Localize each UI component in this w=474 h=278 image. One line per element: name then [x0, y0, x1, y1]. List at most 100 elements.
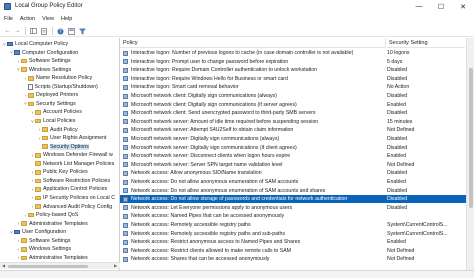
tree-node[interactable]: › Software Settings [16, 57, 71, 65]
policy-row[interactable]: Network access: Restrict anonymous acces… [120, 238, 466, 246]
computer-icon [14, 229, 20, 235]
policy-row[interactable]: Network access: Do not allow storage of … [120, 195, 466, 204]
tree-node-label: Policy-based QoS [36, 212, 79, 219]
folder-icon [21, 67, 27, 73]
tree-node[interactable]: › Policy-based QoS [23, 211, 79, 219]
tree-node[interactable]: › Application Control Policies [30, 185, 107, 193]
policy-row[interactable]: Network access: Do not allow anonymous e… [120, 187, 466, 195]
tree-node[interactable]: ˅ Local Policies [30, 117, 75, 125]
menu-file[interactable]: File [4, 16, 13, 22]
policy-row[interactable]: Microsoft network client: Send unencrypt… [120, 109, 466, 117]
security-setting-value: Disabled [387, 136, 408, 143]
column-header-security-setting[interactable]: Security Setting [387, 38, 465, 48]
column-header-policy[interactable]: Policy [120, 38, 386, 48]
policy-setting-icon [123, 102, 128, 108]
policy-row[interactable]: Interactive logon: Smart card removal be… [120, 83, 466, 91]
tree-node[interactable]: ˅ Local Computer Policy [2, 40, 68, 48]
tree-node[interactable]: › Audit Policy [37, 126, 78, 134]
policy-row[interactable]: Microsoft network server: Attempt S4U2Se… [120, 126, 466, 134]
toolbar: ← → ? [0, 25, 474, 37]
policy-row[interactable]: Network access: Do not allow anonymous e… [120, 178, 466, 186]
scroll-left-icon[interactable]: ◀ [2, 263, 5, 268]
policy-row[interactable]: Interactive logon: Number of previous lo… [120, 49, 466, 57]
navigation-tree: ˅ Local Computer Policy ˅ Computer Configur… [0, 38, 120, 270]
tree-node[interactable]: ˅ Security Settings [23, 100, 76, 108]
policy-row[interactable]: Microsoft network server: Disconnect cli… [120, 152, 466, 160]
policy-row[interactable]: Network access: Allow anonymous SID/Name… [120, 169, 466, 177]
tree-node-label: Administrative Templates [29, 254, 88, 261]
computer-icon [14, 50, 20, 55]
status-bar [0, 270, 474, 278]
policy-row[interactable]: Interactive logon: Prompt user to change… [120, 58, 466, 66]
tree-node[interactable]: › Software Restriction Policies [30, 177, 110, 185]
tree-node[interactable]: › Deployed Printers [23, 91, 78, 99]
policy-setting-icon [123, 76, 128, 82]
tree-node[interactable]: Scripts (Startup/Shutdown) [23, 83, 98, 91]
back-icon[interactable]: ← [3, 27, 12, 35]
help-icon[interactable]: ? [56, 27, 65, 35]
tree-node[interactable]: › User Rights Assignment [37, 134, 107, 142]
policy-row[interactable]: Interactive logon: Require Windows Hello… [120, 75, 466, 83]
tree-node-label: Software Restriction Policies [43, 177, 111, 184]
show-hide-tree-icon[interactable] [29, 27, 38, 35]
policy-setting-icon [123, 248, 128, 254]
tree-node[interactable]: ˅ Computer Configuration [9, 49, 78, 57]
filter-icon[interactable] [78, 27, 87, 35]
tree-node[interactable]: ˅ User Configuration [9, 228, 66, 236]
policy-row[interactable]: Network access: Restrict clients allowed… [120, 247, 466, 255]
tree-node[interactable]: › Windows Defender Firewall w [30, 151, 113, 159]
folder-icon [42, 144, 48, 149]
policy-row[interactable]: Network access: Shares that can be acces… [120, 255, 466, 263]
tree-node[interactable]: › Administrative Templates [16, 254, 88, 262]
tree-node[interactable]: › Administrative Templates [16, 220, 88, 228]
document-icon [28, 84, 33, 90]
folder-icon [42, 127, 48, 132]
policy-row[interactable]: Microsoft network server: Server SPN tar… [120, 161, 466, 169]
tree-node-label: Application Control Policies [43, 186, 108, 193]
properties-icon[interactable] [67, 27, 76, 35]
policy-row[interactable]: Interactive logon: Require Domain Contro… [120, 66, 466, 74]
tree-node[interactable]: › Software Settings [16, 237, 71, 245]
menu-action[interactable]: Action [20, 16, 35, 22]
policy-name: Interactive logon: Smart card removal be… [131, 84, 239, 91]
tree-node[interactable]: › IP Security Policies on Local C [30, 194, 115, 202]
policy-setting-icon [123, 84, 128, 90]
list-vertical-scrollbar[interactable] [466, 38, 474, 270]
policy-row[interactable]: Microsoft network client: Digitally sign… [120, 92, 466, 100]
folder-icon [28, 75, 34, 81]
toolbar-separator [25, 27, 26, 35]
security-setting-value: Not Defined [387, 256, 415, 263]
tree-node[interactable]: ˅ Windows Settings [16, 66, 71, 74]
scrollbar-thumb[interactable] [468, 68, 473, 208]
tree-node[interactable]: › Name Resolution Policy [23, 74, 92, 82]
close-button[interactable]: ✕ [452, 0, 474, 13]
security-setting-value: Not Defined [387, 161, 415, 168]
policy-setting-icon [123, 196, 128, 202]
tree-node[interactable]: › Account Policies [30, 108, 82, 116]
scroll-right-icon[interactable]: ▶ [114, 263, 117, 268]
policy-setting-icon [123, 205, 128, 211]
scrollbar-thumb[interactable] [8, 264, 88, 268]
forward-icon[interactable]: → [13, 27, 22, 35]
policy-setting-icon [123, 153, 128, 159]
policy-row[interactable]: Network access: Let Everyone permissions… [120, 204, 466, 212]
minimize-button[interactable]: — [408, 0, 430, 13]
tree-horizontal-scrollbar[interactable]: ◀ ▶ [0, 262, 120, 269]
folder-icon [35, 161, 41, 167]
policy-row[interactable]: Network access: Named Pipes that can be … [120, 212, 466, 220]
menu-view[interactable]: View [42, 16, 54, 22]
policy-row[interactable]: Network access: Remotely accessible regi… [120, 230, 466, 238]
tree-node[interactable]: Network List Manager Policies [30, 160, 114, 168]
policy-row[interactable]: Network access: Remotely accessible regi… [120, 221, 466, 229]
policy-row[interactable]: Microsoft network server: Digitally sign… [120, 135, 466, 143]
tree-node[interactable]: › Public Key Policies [30, 168, 88, 176]
menu-help[interactable]: Help [61, 16, 72, 22]
tree-node[interactable]: › Advanced Audit Policy Config [30, 202, 112, 210]
policy-row[interactable]: Microsoft network client: Digitally sign… [120, 101, 466, 109]
policy-row[interactable]: Microsoft network server: Amount of idle… [120, 118, 466, 126]
policy-row[interactable]: Microsoft network server: Digitally sign… [120, 144, 466, 152]
export-list-icon[interactable] [40, 27, 49, 35]
maximize-button[interactable]: ☐ [430, 0, 452, 13]
tree-node[interactable]: Security Options [37, 143, 89, 151]
tree-node[interactable]: › Windows Settings [16, 245, 71, 253]
